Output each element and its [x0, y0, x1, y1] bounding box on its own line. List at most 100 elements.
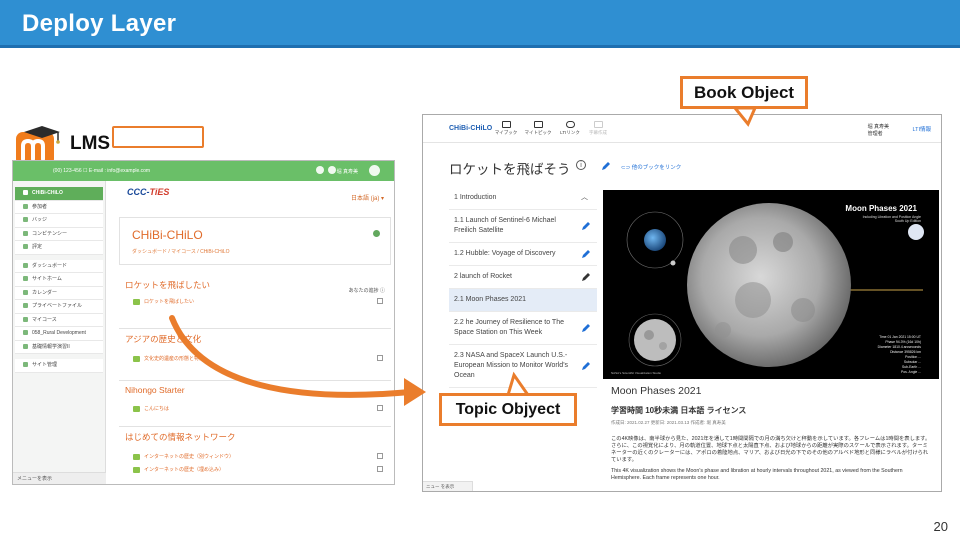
completion-checkbox[interactable] — [377, 453, 383, 459]
toc-topic-1-1[interactable]: 1.1 Launch of Sentinel-6 Michael Freilic… — [449, 210, 597, 243]
pencil-icon[interactable] — [581, 221, 591, 231]
sidebar-item-course-rural[interactable]: 058_Rural Development — [15, 327, 103, 341]
bell-icon[interactable] — [316, 166, 324, 174]
puzzle-icon — [133, 466, 140, 473]
activity-internet-history-embed[interactable]: インターネットの歴史（埋め込み） — [133, 466, 224, 473]
chilo-show-menu[interactable]: ニュー を表示 — [423, 481, 473, 491]
lms-contact: (00) 123-456 ☐ E-mail : info@example.com — [53, 168, 151, 174]
users-icon — [23, 203, 28, 209]
pencil-icon[interactable] — [581, 323, 591, 333]
sidebar-item-participants[interactable]: 参加者 — [15, 200, 103, 214]
nav-my-books[interactable]: マイブック — [491, 121, 521, 136]
gear-icon[interactable] — [373, 230, 380, 237]
section-title[interactable]: ロケットを飛ばしたい — [125, 279, 210, 291]
language-selector[interactable]: 日本語 (ja) ▾ — [351, 193, 384, 202]
callout-book-object: Book Object — [680, 76, 808, 109]
breadcrumb[interactable]: ダッシュボード / マイコース / CHiBi-CHiLO — [132, 248, 230, 255]
activity-konnichiwa[interactable]: こんにちは — [133, 405, 169, 412]
puzzle-icon — [133, 405, 140, 412]
puzzle-icon — [133, 298, 140, 305]
video-credit: NASA's Scientific Visualization Studio — [611, 371, 662, 375]
message-icon[interactable] — [328, 166, 336, 174]
section-title[interactable]: アジアの歴史と文化 — [125, 333, 201, 345]
topic-title: Moon Phases 2021 — [611, 385, 702, 397]
chilo-logo[interactable]: CHiBi-CHiLO — [449, 125, 492, 132]
sidebar-item-dashboard[interactable]: ダッシュボード — [15, 259, 103, 273]
activity-label: インターネットの歴史（埋め込み） — [144, 467, 225, 473]
nav-subtitles[interactable]: 字幕作成 — [583, 121, 613, 136]
sidebar-item-private-files[interactable]: プライベートファイル — [15, 300, 103, 314]
pencil-icon[interactable] — [601, 161, 611, 171]
lms-sidebar: CHiBi-CHiLO 参加者 バッジ コンピテンシー 評定 ダッシュボード サ… — [13, 181, 106, 474]
toc-topic-1-2[interactable]: 1.2 Hubble: Voyage of Discovery — [449, 243, 597, 266]
description-en: This 4K visualization shows the Moon's p… — [611, 468, 903, 481]
pencil-icon[interactable] — [581, 272, 591, 282]
lms-show-menu[interactable]: メニューを表示 — [13, 472, 106, 484]
lti-info-link[interactable]: LTI情報 — [912, 125, 931, 133]
activity-chilo-rocket[interactable]: ロケットを飛ばしたい — [133, 298, 194, 305]
chevron-up-icon[interactable]: ︿ — [581, 193, 591, 203]
nav-label: 字幕作成 — [589, 130, 607, 135]
page-number: 20 — [933, 519, 948, 534]
lms-user-name[interactable]: 堀 真寿美 — [337, 168, 358, 175]
info-icon[interactable]: i — [576, 160, 586, 170]
activity-internet-history-window[interactable]: インターネットの歴史（別ウィンドウ） — [133, 453, 234, 460]
sidebar-item-competencies[interactable]: コンピテンシー — [15, 227, 103, 241]
sidebar-item-label: サイトホーム — [32, 276, 62, 282]
book-icon — [501, 121, 511, 128]
sidebar-item-site-home[interactable]: サイトホーム — [15, 273, 103, 287]
sidebar-item-course-info[interactable]: 基礎情報学演習II — [15, 340, 103, 354]
sidebar-item-grades[interactable]: 評定 — [15, 241, 103, 255]
course-icon — [23, 343, 28, 349]
lms-label: LMS — [70, 133, 111, 154]
activity-label: ロケットを飛ばしたい — [144, 299, 195, 305]
sidebar-item-label: マイコース — [32, 316, 57, 323]
video-title: Moon Phases 2021 — [845, 204, 917, 213]
brand-accent: TiES — [149, 187, 170, 197]
course-title: CHiBi-CHiLO — [132, 228, 203, 242]
completion-checkbox[interactable] — [377, 466, 383, 472]
toc-section-1[interactable]: 1 Introduction ︿ — [449, 187, 597, 210]
sidebar-item-course[interactable]: CHiBi-CHiLO — [15, 187, 103, 201]
sidebar-item-calendar[interactable]: カレンダー — [15, 286, 103, 300]
sidebar-item-badges[interactable]: バッジ — [15, 214, 103, 228]
activity-culture[interactable]: 文化史的遺産の形態と特徴 — [133, 355, 204, 362]
sidebar-item-site-admin[interactable]: サイト管理 — [15, 359, 103, 373]
user-role: 管理者 — [867, 131, 883, 137]
nav-lti-link[interactable]: LTIリンク — [555, 121, 585, 136]
completion-checkbox[interactable] — [377, 405, 383, 411]
title-bar: Deploy Layer — [0, 0, 960, 48]
sidebar-item-label: バッジ — [32, 217, 48, 223]
avatar-icon[interactable] — [369, 165, 380, 176]
link-other-book[interactable]: ⊂⊃ 他のブックをリンク — [621, 163, 681, 171]
toc-section-2[interactable]: 2 launch of Rocket — [449, 266, 597, 289]
chilo-header: CHiBi-CHiLO マイブック マイトピック LTIリンク 字幕作成 堀 真… — [423, 115, 941, 143]
section-title[interactable]: Nihongo Starter — [125, 385, 185, 395]
completion-checkbox[interactable] — [377, 298, 383, 304]
user-name: 堀 真寿美 — [867, 124, 889, 130]
sidebar-item-label: サイト管理 — [32, 362, 58, 368]
brand-main: CCC- — [127, 187, 150, 197]
video-player[interactable]: Moon Phases 2021 Including Libration and… — [603, 190, 939, 379]
toc-topic-2-2[interactable]: 2.2 he Journey of Resilience to The Spac… — [449, 312, 597, 345]
nav-my-topics[interactable]: マイトピック — [523, 121, 553, 136]
courses-icon — [23, 316, 28, 322]
activity-label: 文化史的遺産の形態と特徴 — [144, 356, 205, 362]
toc-label: 1 Introduction — [454, 194, 497, 201]
completion-checkbox[interactable] — [377, 355, 383, 361]
subtitle-icon — [593, 121, 603, 128]
sidebar-item-my-courses[interactable]: マイコース — [15, 313, 103, 327]
pencil-icon[interactable] — [581, 249, 591, 259]
pencil-icon[interactable] — [581, 361, 591, 371]
section-title[interactable]: はじめての情報ネットワーク — [125, 431, 236, 443]
topic-description: この4K映像は、南半球から見た、2021年を通して1時間間隔での月の満ち欠けと秤… — [611, 436, 931, 482]
toc-topic-2-1[interactable]: 2.1 Moon Phases 2021 — [449, 289, 597, 312]
toc-topic-2-3[interactable]: 2.3 NASA and SpaceX Launch U.S.-European… — [449, 345, 597, 388]
home-icon — [23, 276, 28, 282]
course-section-nihongo: Nihongo Starter こんにちは — [119, 381, 391, 427]
link-icon — [565, 121, 575, 128]
chilo-user[interactable]: 堀 真寿美 管理者 — [868, 123, 889, 137]
sidebar-item-label: プライベートファイル — [32, 303, 83, 309]
lms-main: CCC-TiES 日本語 (ja) ▾ CHiBi-CHiLO ダッシュボード … — [107, 181, 394, 484]
sidebar-item-label: CHiBi-CHiLO — [32, 190, 63, 196]
